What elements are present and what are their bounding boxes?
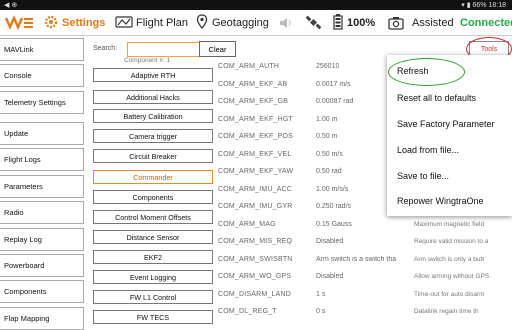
param-name[interactable]: COM_ARM_AUTH [218,63,279,70]
param-name[interactable]: COM_ARM_WO_GPS [218,273,291,280]
sidebar-item-update[interactable]: Update [0,122,84,145]
component-button[interactable]: EKF2 [93,250,213,264]
sidebar-item-flap-mapping[interactable]: Flap Mapping [0,307,84,330]
menu-item-repower-wingtraone[interactable]: Repower WingtraOne [387,188,512,214]
tab-settings-label: Settings [62,17,106,29]
battery-level: 66% [472,2,487,9]
status-bar: ◀ ⊕ ▾ ▮ 66% 18:18 [0,0,512,10]
param-description: Datalink regain time th [414,308,479,315]
param-value[interactable]: 0.0017 m/s [316,81,351,88]
param-name[interactable]: COM_ARM_EKF_HGT [218,116,293,123]
component-button[interactable]: Control Moment Offsets [93,210,213,224]
refresh-highlight-circle [388,58,465,86]
component-button[interactable]: FW TECS [93,310,213,324]
menu-item-save-factory-parameter[interactable]: Save Factory Parameter [387,111,512,137]
param-name[interactable]: COM_DL_REG_T [218,308,277,315]
component-button-selected[interactable]: Commander [93,170,213,184]
param-value[interactable]: Disabled [316,238,343,245]
param-name[interactable]: COM_ARM_EKF_AB [218,81,287,88]
param-value[interactable]: 1 s [316,291,325,298]
sidebar-item-mavlink[interactable]: MAVLink [0,38,84,61]
component-button[interactable]: FW L1 Control [93,290,213,304]
param-name[interactable]: COM_ARM_EKF_GB [218,98,288,105]
drone-battery-percent: 100% [347,17,376,29]
param-value[interactable]: 0.15 Gauss [316,221,352,228]
sidebar-item-parameters[interactable]: Parameters [0,175,84,198]
param-name[interactable]: COM_ARM_MAG [218,221,276,228]
camera-icon[interactable] [388,14,404,32]
param-description: Arm switch is only a butt [414,256,485,263]
param-name[interactable]: COM_ARM_IMU_ACC [218,186,292,193]
component-button[interactable]: Event Logging [93,270,213,284]
component-button[interactable]: Adaptive RTH [93,68,213,82]
menu-item-save-to-file[interactable]: Save to file... [387,163,512,189]
param-value[interactable]: 0.50 m [316,133,337,140]
sidebar-item-components[interactable]: Components [0,280,84,303]
component-button[interactable]: Battery Calibration [93,109,213,123]
param-value[interactable]: 0.00087 rad [316,98,353,105]
param-description: Maximum magnetic field [414,221,485,228]
param-name[interactable]: COM_ARM_SWISBTN [218,256,293,263]
tab-geotagging[interactable]: Geotagging [196,14,269,32]
component-button[interactable]: Components [93,190,213,204]
param-name[interactable]: COM_ARM_EKF_VEL [218,151,291,158]
status-bar-left: ◀ ⊕ [4,2,18,9]
param-value[interactable]: Disabled [316,273,343,280]
tab-flight-plan-label: Flight Plan [136,17,188,29]
param-description: Time-out for auto disarm [414,291,485,298]
tab-settings[interactable]: Settings [44,14,105,32]
wifi-icon: ▾ ▮ [461,2,471,9]
top-toolbar: Settings Flight Plan Geotagging 100% Ass… [0,10,512,36]
status-bar-right: ▾ ▮ 66% 18:18 [461,1,506,9]
param-name[interactable]: COM_ARM_MIS_REQ [218,238,292,245]
drone-battery[interactable]: 100% [333,13,376,33]
sidebar-item-powerboard[interactable]: Powerboard [0,254,84,277]
satellite-icon[interactable] [305,14,323,32]
menu-item-reset-defaults[interactable]: Reset all to defaults [387,85,512,111]
connection-status: Connected [460,17,512,29]
map-pin-icon [196,14,208,32]
param-value[interactable]: 1.00 m [316,116,337,123]
param-value[interactable]: 0.50 rad [316,168,342,175]
component-button[interactable]: Additional Hacks [93,90,213,104]
sidebar-item-replay-log[interactable]: Replay Log [0,228,84,251]
menu-item-load-from-file[interactable]: Load from file... [387,137,512,163]
component-button[interactable]: Circuit Breaker [93,149,213,163]
clock: 18:18 [488,2,506,9]
sidebar-item-flight-logs[interactable]: Flight Logs [0,148,84,171]
param-description: Require valid mission to a [414,238,489,245]
param-name[interactable]: COM_DISARM_LAND [218,291,291,298]
sidebar: MAVLink Console Telemetry Settings Updat… [0,36,86,330]
flight-plan-icon [115,15,133,32]
param-name[interactable]: COM_ARM_EKF_YAW [218,168,293,175]
gear-icon [44,15,58,32]
sidebar-item-console[interactable]: Console [0,64,84,87]
param-name[interactable]: COM_ARM_IMU_GYR [218,203,293,210]
search-input[interactable] [127,42,208,57]
sidebar-item-radio[interactable]: Radio [0,201,84,224]
param-value[interactable]: 0.250 rad/s [316,203,351,210]
battery-icon [333,13,343,33]
param-value[interactable]: 0.50 m/s [316,151,343,158]
tab-geotagging-label: Geotagging [212,17,269,29]
component-button[interactable]: Distance Sensor [93,230,213,244]
param-name[interactable]: COM_ARM_EKF_POS [218,133,293,140]
param-value[interactable]: 0 s [316,308,325,315]
component-number-label: Component #: 1 [124,57,171,64]
component-button[interactable]: Camera trigger [93,129,213,143]
param-description: Allow arming without GPS [414,273,490,280]
param-value[interactable]: 1.00 m/s/s [316,186,348,193]
sidebar-item-telemetry-settings[interactable]: Telemetry Settings [0,91,84,114]
clear-button[interactable]: Clear [199,41,236,57]
tab-flight-plan[interactable]: Flight Plan [115,14,188,32]
app-logo-icon[interactable] [4,14,34,32]
param-value[interactable]: 256010 [316,63,339,70]
param-value[interactable]: Arm switch is a switch tha [316,256,411,263]
speaker-icon[interactable] [278,14,294,32]
search-label: Search: [93,45,118,52]
flight-mode[interactable]: Assisted [412,14,454,32]
